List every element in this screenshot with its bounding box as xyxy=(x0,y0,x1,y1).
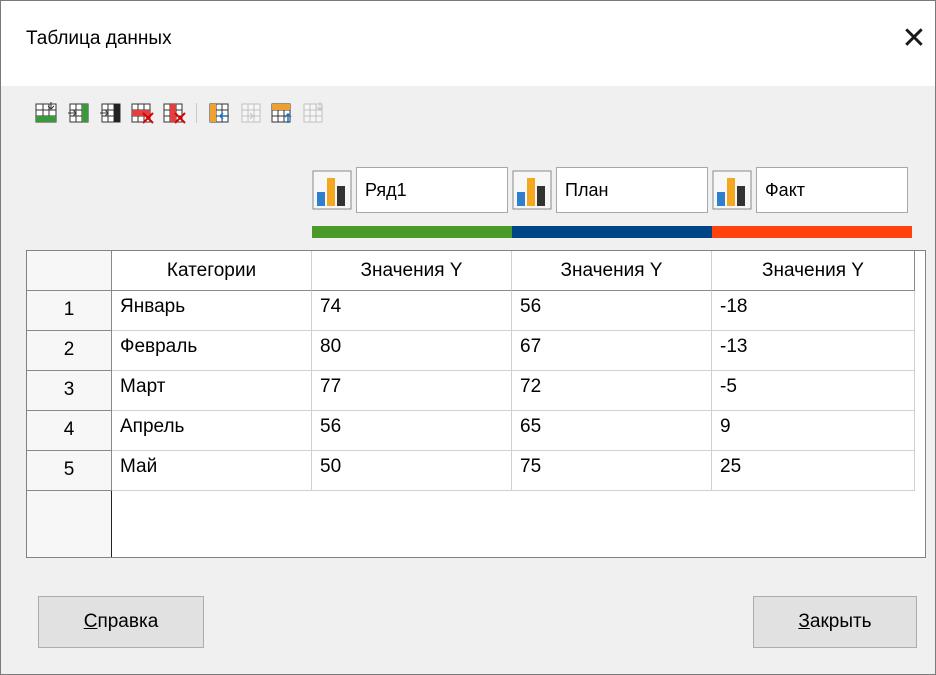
data-grid: Категории Значения Y Значения Y Значения… xyxy=(26,250,926,558)
category-cell[interactable]: Май xyxy=(112,451,312,491)
corner-cell xyxy=(27,251,112,291)
move-row-down-icon[interactable] xyxy=(302,93,328,133)
insert-text-column-icon[interactable] xyxy=(98,93,124,133)
value-cell[interactable]: 72 xyxy=(512,371,712,411)
insert-row-icon[interactable] xyxy=(34,93,60,133)
value-cell[interactable]: 65 xyxy=(512,411,712,451)
dialog-title: Таблица данных xyxy=(26,28,172,49)
column-header-values[interactable]: Значения Y xyxy=(512,251,712,291)
move-series-left-icon[interactable] xyxy=(206,93,232,133)
series-color-bar xyxy=(512,226,712,238)
series-name-input[interactable] xyxy=(756,167,908,213)
row-number[interactable]: 1 xyxy=(27,291,112,331)
category-cell[interactable]: Январь xyxy=(112,291,312,331)
row-number[interactable]: 3 xyxy=(27,371,112,411)
value-cell[interactable]: -5 xyxy=(712,371,915,411)
value-cell[interactable]: 25 xyxy=(712,451,915,491)
series-name-input[interactable] xyxy=(556,167,708,213)
bar-chart-icon xyxy=(712,170,752,210)
close-mnemonic: З xyxy=(798,611,810,632)
value-cell[interactable]: 75 xyxy=(512,451,712,491)
close-icon[interactable]: ✕ xyxy=(894,19,934,59)
value-cell[interactable]: 50 xyxy=(312,451,512,491)
help-mnemonic: С xyxy=(83,611,98,632)
column-header-categories[interactable]: Категории xyxy=(112,251,312,291)
series-color-bar xyxy=(712,226,912,238)
column-header-values[interactable]: Значения Y xyxy=(312,251,512,291)
value-cell[interactable]: -18 xyxy=(712,291,915,331)
row-number[interactable]: 5 xyxy=(27,451,112,491)
category-cell[interactable]: Февраль xyxy=(112,331,312,371)
series-color-bar xyxy=(312,226,512,238)
move-series-right-icon[interactable] xyxy=(238,93,264,133)
value-cell[interactable]: 67 xyxy=(512,331,712,371)
value-cell[interactable]: -13 xyxy=(712,331,915,371)
category-cell[interactable]: Март xyxy=(112,371,312,411)
column-header-values[interactable]: Значения Y xyxy=(712,251,915,291)
value-cell[interactable]: 77 xyxy=(312,371,512,411)
help-label: правка xyxy=(97,611,159,632)
close-button[interactable]: Закрыть xyxy=(753,596,917,648)
title-bar: Таблица данных ✕ xyxy=(1,1,935,86)
empty-row-header xyxy=(27,491,112,557)
value-cell[interactable]: 80 xyxy=(312,331,512,371)
value-cell[interactable]: 56 xyxy=(312,411,512,451)
value-cell[interactable]: 56 xyxy=(512,291,712,331)
value-cell[interactable]: 74 xyxy=(312,291,512,331)
delete-row-icon[interactable] xyxy=(130,93,156,133)
category-cell[interactable]: Апрель xyxy=(112,411,312,451)
row-number[interactable]: 4 xyxy=(27,411,112,451)
bar-chart-icon xyxy=(512,170,552,210)
toolbar-separator xyxy=(196,103,197,123)
help-button[interactable]: Справка xyxy=(38,596,204,648)
data-table-dialog: Таблица данных ✕ Ряд1 План Факт Категори… xyxy=(0,0,936,675)
move-row-up-icon[interactable] xyxy=(270,93,296,133)
bar-chart-icon xyxy=(312,170,352,210)
series-name-input[interactable] xyxy=(356,167,508,213)
value-cell[interactable]: 9 xyxy=(712,411,915,451)
close-label: акрыть xyxy=(809,611,872,632)
insert-series-icon[interactable] xyxy=(66,93,92,133)
row-number[interactable]: 2 xyxy=(27,331,112,371)
delete-series-icon[interactable] xyxy=(162,93,188,133)
